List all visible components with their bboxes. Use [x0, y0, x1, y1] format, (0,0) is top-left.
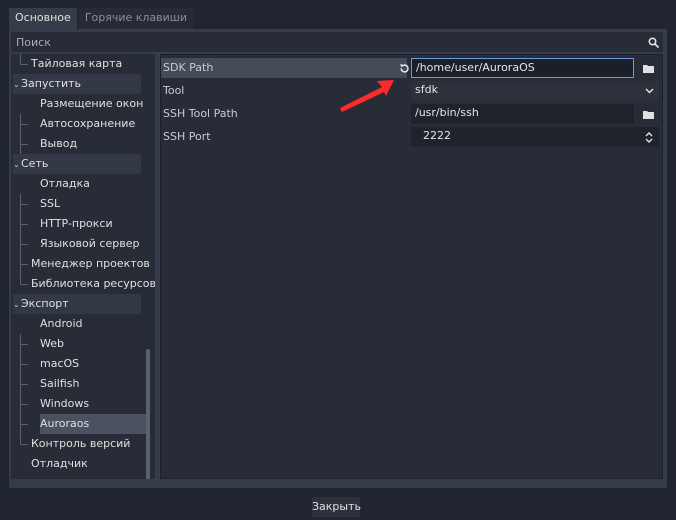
tree-category-label: Экспорт [21, 297, 69, 310]
tool-dropdown-value: sfdk [415, 83, 438, 96]
chevron-down-icon[interactable]: ⌄ [13, 155, 21, 175]
folder-icon[interactable] [636, 104, 660, 124]
settings-sidebar: Тайловая карта ⌄Запустить Размещение око… [11, 54, 155, 479]
tree-item-version-control[interactable]: Контроль версий [31, 434, 130, 454]
property-row-ssh-port: SSH Port 2222 [161, 127, 662, 147]
tree-item-debug[interactable]: Отладка [40, 174, 90, 194]
revert-icon[interactable] [398, 62, 410, 74]
tree-category-network[interactable]: ⌄Сеть [13, 154, 141, 174]
property-row-ssh-tool-path: SSH Tool Path /usr/bin/ssh [161, 104, 662, 124]
ssh-port-value: 2222 [423, 129, 451, 142]
tree-category-export[interactable]: ⌄Экспорт [13, 294, 141, 314]
tree-item-windows[interactable]: Windows [40, 394, 89, 414]
close-button[interactable]: Закрыть [312, 497, 361, 517]
tree-item-tilemap[interactable]: Тайловая карта [31, 54, 122, 74]
tab-general[interactable]: Основное [9, 8, 77, 29]
sidebar-scrollbar[interactable] [146, 349, 150, 479]
property-row-sdk-path: SDK Path /home/user/AuroraOS [161, 58, 662, 78]
tree-item-web[interactable]: Web [40, 334, 64, 354]
sdk-path-input[interactable]: /home/user/AuroraOS [411, 58, 634, 78]
tree-item-language-server[interactable]: Языковой сервер [40, 234, 139, 254]
tree-category-label: Сеть [21, 157, 49, 170]
tree-item-http-proxy[interactable]: HTTP-прокси [40, 214, 113, 234]
chevron-down-icon[interactable] [643, 81, 655, 101]
ssh-tool-path-input[interactable]: /usr/bin/ssh [411, 104, 634, 124]
tree-item-macos[interactable]: macOS [40, 354, 79, 374]
tree-item-sailfish[interactable]: Sailfish [40, 374, 79, 394]
tree-item-window-placement[interactable]: Размещение окон [40, 94, 143, 114]
updown-icon[interactable] [643, 127, 655, 147]
tree-item-debugger[interactable]: Отладчик [31, 454, 88, 474]
magnifier-icon[interactable] [643, 32, 663, 52]
property-label: Tool [163, 84, 185, 97]
property-label: SSH Tool Path [163, 107, 238, 120]
ssh-port-spinbox[interactable]: 2222 [411, 127, 659, 147]
tree-category-label: Запустить [21, 77, 81, 90]
tree-item-autosave[interactable]: Автосохранение [40, 114, 135, 134]
chevron-down-icon[interactable]: ⌄ [13, 295, 21, 315]
property-row-tool: Tool sfdk [161, 81, 662, 101]
tree-item-auroraos[interactable]: Auroraos [40, 414, 150, 434]
settings-panel: Тайловая карта ⌄Запустить Размещение око… [9, 29, 667, 488]
property-inspector: SDK Path /home/user/AuroraOS Tool sfdk S… [160, 54, 663, 479]
tree-category-run[interactable]: ⌄Запустить [13, 74, 141, 94]
tree-item-asset-library[interactable]: Библиотека ресурсов [31, 274, 155, 294]
tree-item-output[interactable]: Вывод [40, 134, 77, 154]
tree-item-project-manager[interactable]: Менеджер проектов [31, 254, 150, 274]
search-input[interactable] [11, 32, 643, 52]
property-label: SSH Port [163, 130, 211, 143]
chevron-down-icon[interactable]: ⌄ [13, 75, 21, 95]
tool-dropdown[interactable]: sfdk [411, 81, 659, 101]
tree-item-ssl[interactable]: SSL [40, 194, 60, 214]
property-label: SDK Path [161, 58, 407, 78]
folder-icon[interactable] [636, 58, 660, 78]
search-bar [11, 32, 663, 52]
tree-item-android[interactable]: Android [40, 314, 83, 334]
tab-shortcuts[interactable]: Горячие клавиши [78, 8, 194, 29]
tab-bar: Основное Горячие клавиши [9, 8, 195, 29]
